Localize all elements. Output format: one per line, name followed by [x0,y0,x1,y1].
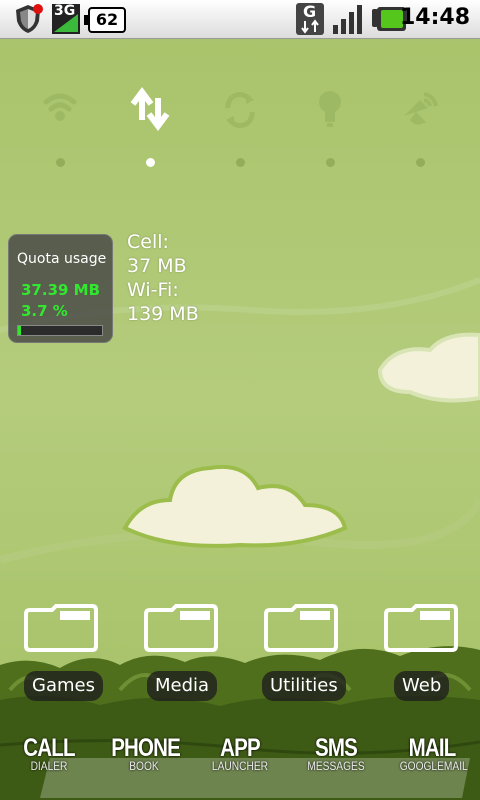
brightness-state-dot [326,158,335,167]
sync-state-dot [236,158,245,167]
dock-phone-subtitle: BOOK [129,759,159,773]
dock-mail-googlemail[interactable]: MAIL GOOGLEMAIL [394,734,470,772]
data-toggle[interactable] [120,80,180,170]
dock-app-title: APP [220,734,261,762]
security-shield-icon[interactable] [12,3,44,35]
status-clock: 14:48 [399,5,470,30]
brightness-bulb-icon [319,91,341,127]
data-state-dot [146,158,155,167]
wifi-label: Wi-Fi: [127,279,179,301]
quota-title: Quota usage [17,251,107,267]
gps-icon [404,92,438,125]
folder-label-media[interactable]: Media [147,671,218,701]
wifi-toggle[interactable] [30,80,90,170]
dock-app-launcher[interactable]: APP LAUNCHER [204,734,276,772]
signal-strength-icon [333,5,362,34]
dock-call-title: CALL [23,734,75,762]
gps-state-dot [416,158,425,167]
cell-value: 37 MB [127,255,187,277]
data-indicator-label: G [303,2,317,21]
wifi-value: 139 MB [127,303,199,325]
dock-mail-subtitle: GOOGLEMAIL [399,759,468,773]
quota-used-amount: 37.39 MB [21,281,101,299]
dock-phone-title: PHONE [111,734,181,762]
quota-progress-bar [17,325,103,336]
status-bar: 3G 62 G 14:48 [0,0,480,39]
folder-label-web[interactable]: Web [394,671,450,701]
folder-label-utilities[interactable]: Utilities [262,671,346,701]
dock-app-subtitle: LAUNCHER [211,759,269,773]
dock-call-dialer[interactable]: CALL DIALER [14,734,84,772]
network-3g-icon: 3G [52,3,80,34]
sync-toggle[interactable] [210,80,270,170]
data-transfer-icon [130,87,170,131]
wifi-icon [43,93,77,121]
quota-usage-widget[interactable]: Quota usage 37.39 MB 3.7 % [8,234,113,343]
data-usage-summary[interactable]: Cell: 37 MB Wi-Fi: 139 MB [127,230,199,326]
quota-progress-fill [18,326,22,335]
cell-label: Cell: [127,231,169,253]
battery-level: 62 [84,7,126,33]
dock-phone-book[interactable]: PHONE BOOK [104,734,184,772]
gps-toggle[interactable] [390,80,450,170]
folder-icon[interactable] [262,602,338,652]
brightness-toggle[interactable] [300,80,360,170]
dock-sms-title: SMS [315,734,358,762]
quota-percent: 3.7 % [21,302,68,320]
network-type-label: 3G [54,3,76,19]
sync-icon [225,92,255,128]
dock-mail-title: MAIL [408,734,457,762]
power-control-widget [0,80,480,180]
dock-call-subtitle: DIALER [30,759,68,773]
folder-icon[interactable] [142,602,218,652]
wifi-state-dot [56,158,65,167]
folder-icon[interactable] [22,602,98,652]
folder-icon[interactable] [382,602,458,652]
folder-label-games[interactable]: Games [24,671,103,701]
dock-sms-messages[interactable]: SMS MESSAGES [296,734,376,772]
dock-sms-subtitle: MESSAGES [307,759,365,773]
data-activity-icon: G [296,2,324,35]
